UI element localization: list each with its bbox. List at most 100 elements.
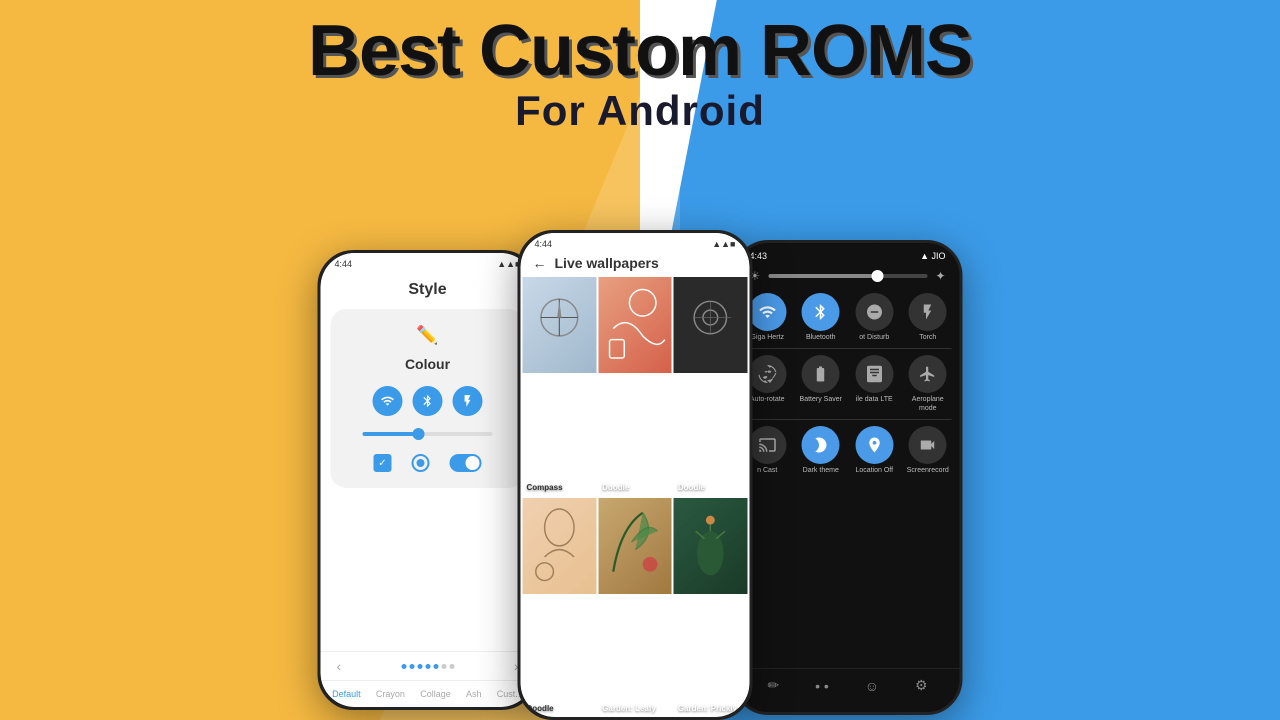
wp-compass-img — [523, 277, 597, 373]
qs-tile-aeroplane[interactable]: Aeroplane mode — [904, 355, 952, 413]
wp-doodle3-img — [523, 498, 597, 594]
dot-4 — [425, 664, 430, 669]
wallpaper-doodle2[interactable]: Doodle — [674, 277, 748, 496]
phone3-notch — [818, 243, 878, 251]
qs-tile-dnd[interactable]: ot Disturb — [851, 293, 899, 342]
location-icon — [855, 426, 893, 464]
wp-doodle3-label: Doodle — [527, 704, 554, 713]
aeroplane-icon — [909, 355, 947, 393]
nav-dots — [401, 664, 454, 669]
brightness-track — [768, 274, 927, 278]
slider-fill — [363, 432, 418, 436]
checkbox: ✓ — [374, 454, 392, 472]
battery-saver-icon — [802, 355, 840, 393]
wallpaper-doodle3[interactable]: Doodle — [523, 498, 597, 717]
dot-1 — [401, 664, 406, 669]
wp-garden-prickly-label: Garden: Prickly — [678, 704, 737, 713]
qs-cast-label: n Cast — [757, 467, 777, 475]
phone-wallpapers: 4:44 ▲▲■ ← Live wallpapers — [518, 230, 753, 720]
radio-inner — [417, 459, 425, 467]
wp-garden-leafy-img — [598, 498, 672, 594]
wallpaper-compass[interactable]: Compass — [523, 277, 597, 496]
brightness-row: ☀ ✦ — [736, 263, 960, 289]
wp-garden-prickly-img — [674, 498, 748, 594]
qs-tile-battery-saver[interactable]: Battery Saver — [797, 355, 845, 413]
dot-5 — [433, 664, 438, 669]
edit-icon[interactable]: ✏ — [767, 677, 779, 694]
wp-doodle1-label: Doodle — [602, 483, 629, 492]
nav-left-arrow[interactable]: ‹ — [337, 658, 342, 674]
phone1-screen-title: Style — [408, 281, 446, 299]
wallpaper-title: Live wallpapers — [555, 255, 659, 271]
radio-button — [412, 454, 430, 472]
wallpaper-garden-leafy[interactable]: Garden: Leafy — [598, 498, 672, 717]
phone3-screen: 4:43 ▲ JIO ☀ ✦ Giga Hertz — [736, 243, 960, 712]
qs-dark-theme-label: Dark theme — [803, 467, 839, 475]
torch-icon — [909, 293, 947, 331]
wp-doodle1-img — [598, 277, 672, 373]
phone2-notch — [605, 233, 665, 241]
qs-dnd-label: ot Disturb — [859, 334, 889, 342]
smiley-icon[interactable]: ☺ — [865, 678, 879, 694]
wp-doodle2-img — [674, 277, 748, 373]
qs-tile-mobile-data[interactable]: ile data LTE — [851, 355, 899, 413]
wp-compass-label: Compass — [527, 483, 563, 492]
qs-aeroplane-label: Aeroplane mode — [904, 396, 952, 413]
tab-collage[interactable]: Collage — [420, 689, 451, 699]
toggle-row: ✓ — [374, 454, 482, 472]
phones-container: 4:44 ▲▲■ Style ✏️ Colour — [318, 230, 963, 720]
phone1-notch — [398, 253, 458, 261]
dot-7 — [449, 664, 454, 669]
phone3-carrier: ▲ JIO — [920, 251, 945, 261]
qs-screen-record-label: Screenrecord — [907, 467, 949, 475]
qs-battery-label: Battery Saver — [800, 396, 842, 404]
back-arrow-icon[interactable]: ← — [533, 255, 547, 271]
brightness-high-icon: ✦ — [935, 269, 945, 283]
qs-tile-screen-record[interactable]: Screenrecord — [904, 426, 952, 475]
phone1-time: 4:44 — [335, 259, 353, 269]
bluetooth-dot — [413, 386, 443, 416]
wallpaper-header: ← Live wallpapers — [521, 251, 750, 277]
tab-default[interactable]: Default — [332, 689, 361, 699]
qs-giga-hertz-label: Giga Hertz — [751, 334, 784, 342]
dnd-icon — [855, 293, 893, 331]
qs-tile-bluetooth[interactable]: Bluetooth — [797, 293, 845, 342]
switch-thumb — [466, 456, 480, 470]
qs-tile-location[interactable]: Location Off — [851, 426, 899, 475]
phone2-time: 4:44 — [535, 239, 553, 249]
dot-3 — [417, 664, 422, 669]
dot-2 — [409, 664, 414, 669]
qs-tile-torch[interactable]: Torch — [904, 293, 952, 342]
slider-thumb — [413, 428, 425, 440]
toggle-switch — [450, 454, 482, 472]
dots-icon: • • — [815, 678, 829, 694]
qs-tile-dark-theme[interactable]: Dark theme — [797, 426, 845, 475]
wallpaper-garden-prickly[interactable]: Garden: Prickly — [674, 498, 748, 717]
cast-icon — [748, 426, 786, 464]
qs-divider-1 — [744, 348, 952, 349]
brightness-thumb — [872, 270, 884, 282]
wp-garden-leafy-label: Garden: Leafy — [602, 704, 656, 713]
tab-ash[interactable]: Ash — [466, 689, 482, 699]
phone3-bottom-bar: ✏ • • ☺ ⚙ — [736, 668, 960, 702]
qs-torch-label: Torch — [919, 334, 936, 342]
colour-card: ✏️ Colour — [331, 309, 525, 488]
wallpaper-doodle1[interactable]: Doodle — [598, 277, 672, 496]
colour-dots — [373, 386, 483, 416]
qs-grid-row2: Auto-rotate Battery Saver ile data LTE — [736, 351, 960, 417]
pencil-icon: ✏️ — [416, 325, 438, 346]
main-title: Best Custom ROMS — [0, 15, 1280, 87]
flash-dot — [453, 386, 483, 416]
phone2-icons: ▲▲■ — [712, 239, 735, 249]
phone1-content: Style ✏️ Colour — [321, 271, 535, 651]
screen-record-icon — [909, 426, 947, 464]
wallpaper-grid: Compass Doodle — [521, 277, 750, 717]
phone3-time: 4:43 — [750, 251, 768, 261]
qs-autorotate-label: Auto-rotate — [750, 396, 785, 404]
phone-style: 4:44 ▲▲■ Style ✏️ Colour — [318, 250, 538, 710]
tab-crayon[interactable]: Crayon — [376, 689, 405, 699]
bluetooth-icon — [802, 293, 840, 331]
phone3-bottom: ✏ • • ☺ ⚙ — [736, 480, 960, 712]
colour-label: Colour — [405, 356, 450, 372]
settings-icon[interactable]: ⚙ — [915, 677, 928, 694]
